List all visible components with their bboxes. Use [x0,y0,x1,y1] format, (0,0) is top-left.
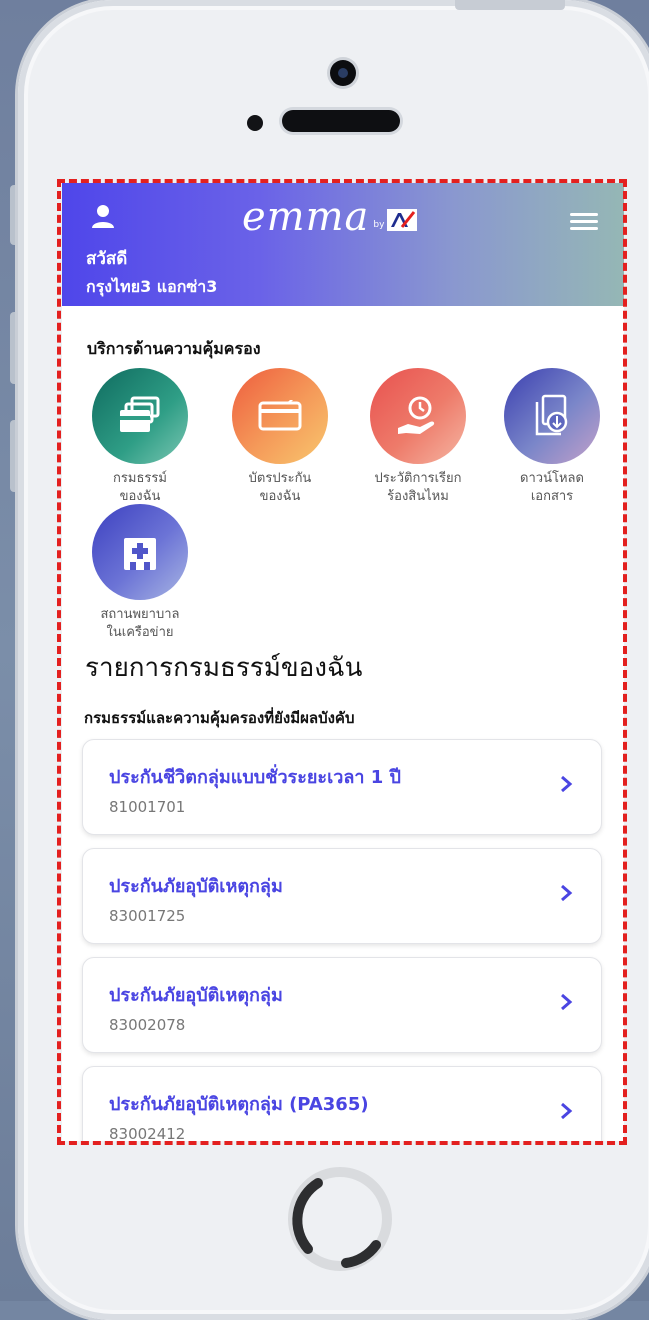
hamburger-menu-icon[interactable] [570,213,598,230]
chevron-right-icon [561,775,573,793]
chevron-right-icon [561,993,573,1011]
service-label-line1: บัตรประกัน [248,471,312,486]
service-label-line2: ในเครือข่าย [106,625,174,640]
service-label-line1: สถานพยาบาล [100,607,180,622]
service-label-line2: ของฉัน [259,489,301,504]
policy-card[interactable]: ประกันภัยอุบัติเหตุกลุ่ม 83001725 [82,848,602,944]
policy-list-title: รายการกรมธรรม์ของฉัน [85,653,363,683]
policy-card[interactable]: ประกันภัยอุบัติเหตุกลุ่ม 83002078 [82,957,602,1053]
service-label-line2: ร้องสินไหม [387,489,449,504]
logo-wordmark: emma [242,194,370,240]
service-label-line1: ประวัติการเรียก [374,471,462,486]
logo-by-text: by [373,220,385,230]
chevron-right-icon [561,1102,573,1120]
policy-name: ประกันชีวิตกลุ่มแบบชั่วระยะเวลา 1 ปี [109,767,401,788]
policy-name: ประกันภัยอุบัติเหตุกลุ่ม (PA365) [109,1094,369,1115]
app-header: emma by สวัสดี กรุงไทย3 แอกซ่า3 [62,183,624,306]
loading-spinner-icon [292,1178,381,1268]
policy-number: 83002078 [109,1016,186,1034]
policy-name: ประกันภัยอุบัติเหตุกลุ่ม [109,876,283,897]
policy-card[interactable]: ประกันภัยอุบัติเหตุกลุ่ม (PA365) 8300241… [82,1066,602,1141]
claim-history-icon [370,368,466,464]
policy-number: 83001725 [109,907,186,925]
chevron-right-icon [561,884,573,902]
policy-list-subtitle: กรมธรรม์และความคุ้มครองที่ยังมีผลบังคับ [84,709,355,727]
earpiece-speaker [282,110,400,132]
service-label-line2: เอกสาร [530,489,574,504]
hospital-icon [92,504,188,600]
service-network-hospitals[interactable]: สถานพยาบาลในเครือข่าย [80,504,200,642]
services-section-title: บริการด้านความคุ้มครอง [87,339,261,358]
power-button [455,0,565,10]
service-label-line1: ดาวน์โหลด [520,471,584,486]
download-document-icon [504,368,600,464]
emma-logo: emma by [242,195,462,239]
greeting-text: สวัสดี [86,249,128,269]
service-label-line2: ของฉัน [119,489,161,504]
user-profile-icon[interactable] [90,203,116,229]
policy-number: 83002412 [109,1125,186,1141]
service-download-documents[interactable]: ดาวน์โหลดเอกสาร [492,368,612,506]
policy-name: ประกันภัยอุบัติเหตุกลุ่ม [109,985,283,1006]
service-insurance-card[interactable]: บัตรประกันของฉัน [220,368,340,506]
policy-number: 81001701 [109,798,186,816]
policy-card[interactable]: ประกันชีวิตกลุ่มแบบชั่วระยะเวลา 1 ปี 810… [82,739,602,835]
user-name: กรุงไทย3 แอกซ่า3 [86,277,218,296]
app-screen: emma by สวัสดี กรุงไทย3 แอกซ่า3 บริการด้… [62,183,624,1141]
insurance-card-icon [232,368,328,464]
axa-logo-icon [387,209,418,231]
policy-cards-icon [92,368,188,464]
service-my-policies[interactable]: กรมธรรม์ของฉัน [80,368,200,506]
proximity-sensor [247,115,263,131]
service-label-line1: กรมธรรม์ [113,471,167,486]
front-camera [330,60,356,86]
service-claim-history[interactable]: ประวัติการเรียกร้องสินไหม [358,368,478,506]
